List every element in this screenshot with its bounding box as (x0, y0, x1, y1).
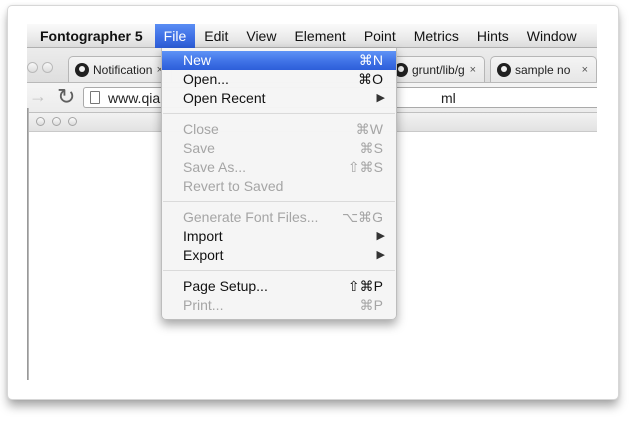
menu-hints[interactable]: Hints (468, 24, 518, 48)
file-menu-revert-to-saved: Revert to Saved (162, 177, 396, 196)
tab-title: sample no (515, 63, 571, 77)
menu-shortcut: ⌘W (355, 121, 383, 137)
forward-arrow-icon[interactable]: → (29, 86, 47, 107)
menu-item-label: Export (183, 247, 224, 263)
menu-item-label: Import (183, 228, 223, 244)
file-menu-open[interactable]: Open... ⌘O (162, 70, 396, 89)
menu-item-label: New (183, 52, 212, 68)
menu-window[interactable]: Window (518, 24, 586, 48)
file-menu-print: Print... ⌘P (162, 296, 396, 315)
menu-item-label: Print... (183, 297, 224, 313)
menu-item-label: Open... (183, 71, 229, 87)
file-menu-save-as: Save As... ⇧⌘S (162, 158, 396, 177)
file-menu-new[interactable]: New ⌘N (162, 51, 396, 70)
menu-item-label: Revert to Saved (183, 178, 284, 194)
menu-item-label: Save (183, 140, 215, 156)
menu-item-label: Save As... (183, 159, 247, 175)
file-menu-dropdown: New ⌘N Open... ⌘O Open Recent ▶ Close ⌘W… (161, 48, 397, 320)
url-visible-tail: ml (441, 90, 456, 106)
browser-tab-sample[interactable]: sample no × (490, 56, 597, 82)
submenu-arrow-icon: ▶ (376, 230, 385, 242)
browser-tab-notification[interactable]: Notification × (68, 56, 172, 82)
browser-minimize-button-icon[interactable] (42, 62, 53, 73)
submenu-arrow-icon: ▶ (376, 92, 385, 104)
menu-element[interactable]: Element (285, 24, 354, 48)
url-visible-text: www.qia (108, 90, 161, 106)
menu-separator (163, 201, 395, 202)
menu-item-label: Open Recent (183, 90, 266, 106)
file-menu-page-setup[interactable]: Page Setup... ⇧⌘P (162, 277, 396, 296)
top-menu-bar: Fontographer 5 File Edit View Element Po… (27, 24, 597, 48)
tab-close-icon[interactable]: × (582, 64, 588, 76)
menu-view[interactable]: View (237, 24, 285, 48)
menu-item-label: Close (183, 121, 219, 137)
github-icon (75, 63, 89, 77)
file-menu-export[interactable]: Export ▶ (162, 246, 396, 265)
file-menu-import[interactable]: Import ▶ (162, 227, 396, 246)
menu-point[interactable]: Point (355, 24, 405, 48)
menu-shortcut: ⌘P (359, 297, 383, 313)
file-menu-generate-font-files: Generate Font Files... ⌥⌘G (162, 208, 396, 227)
menu-separator (163, 270, 395, 271)
menu-shortcut: ⌘S (359, 140, 383, 156)
menu-shortcut: ⌥⌘G (341, 209, 383, 225)
menu-shortcut: ⇧⌘S (347, 159, 383, 175)
tab-title: grunt/lib/g (412, 63, 465, 77)
browser-window-buttons (27, 62, 53, 73)
file-menu-save: Save ⌘S (162, 139, 396, 158)
tab-close-icon[interactable]: × (470, 64, 476, 76)
page-icon (90, 91, 100, 104)
tab-title: Notification (93, 63, 153, 77)
inner-close-button-icon[interactable] (36, 117, 45, 126)
left-window-edge (27, 108, 29, 380)
github-icon (497, 63, 511, 77)
menu-edit[interactable]: Edit (195, 24, 237, 48)
file-menu-open-recent[interactable]: Open Recent ▶ (162, 89, 396, 108)
menu-item-label: Generate Font Files... (183, 209, 319, 225)
file-menu-close: Close ⌘W (162, 120, 396, 139)
menu-shortcut: ⌘O (358, 71, 383, 87)
reload-icon[interactable]: ↻ (57, 84, 75, 110)
menu-metrics[interactable]: Metrics (405, 24, 468, 48)
menu-file[interactable]: File (154, 24, 196, 48)
browser-tab-grunt[interactable]: grunt/lib/g × (387, 56, 485, 82)
inner-window-buttons (36, 117, 77, 126)
submenu-arrow-icon: ▶ (376, 249, 385, 261)
menu-shortcut: ⇧⌘P (347, 278, 383, 294)
screenshot-page: Fontographer 5 File Edit View Element Po… (0, 0, 631, 429)
browser-close-button-icon[interactable] (27, 62, 38, 73)
menu-item-label: Page Setup... (183, 278, 268, 294)
menu-shortcut: ⌘N (358, 52, 383, 68)
inner-minimize-button-icon[interactable] (52, 117, 61, 126)
menu-app-fontographer[interactable]: Fontographer 5 (27, 24, 155, 48)
inner-zoom-button-icon[interactable] (68, 117, 77, 126)
macos-application-screen: Fontographer 5 File Edit View Element Po… (27, 24, 597, 380)
menu-separator (163, 113, 395, 114)
